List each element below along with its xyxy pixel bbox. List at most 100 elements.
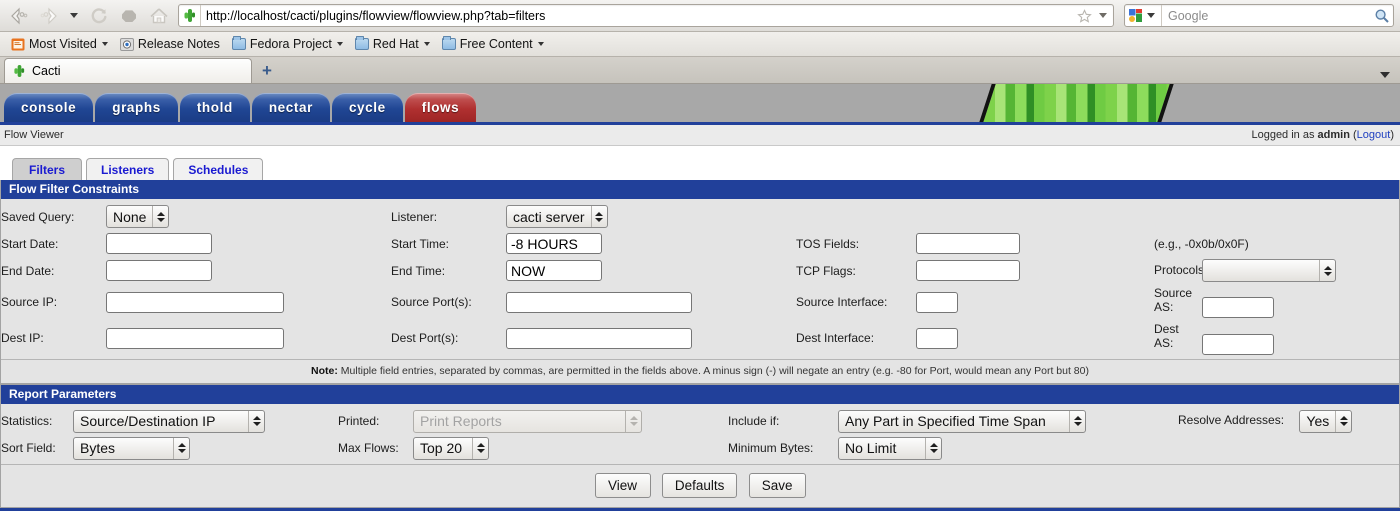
source-interface-cell: [916, 284, 1126, 320]
release-notes-icon: [119, 37, 134, 51]
note-text: Multiple field entries, separated by com…: [337, 364, 1089, 377]
statistics-select[interactable]: Source/Destination IP: [73, 409, 265, 433]
save-button[interactable]: Save: [748, 472, 806, 498]
dest-as-input[interactable]: [1202, 333, 1275, 355]
defaults-button[interactable]: Defaults: [661, 472, 738, 498]
search-icon[interactable]: [1371, 8, 1393, 24]
select-arrows-icon: [625, 410, 641, 432]
hint-spacer-cell: [1126, 203, 1399, 230]
source-interface-input[interactable]: [916, 291, 958, 313]
sort-field-cell: Bytes: [73, 435, 338, 462]
search-engine-selector[interactable]: [1125, 5, 1162, 26]
tab-schedules[interactable]: Schedules: [173, 158, 264, 180]
select-arrows-icon: [173, 437, 189, 459]
tcp-flags-input[interactable]: [916, 260, 1020, 281]
source-ports-input[interactable]: [506, 291, 692, 313]
forward-arrow-icon[interactable]: [36, 4, 62, 28]
sort-field-select[interactable]: Bytes: [73, 436, 190, 460]
select-arrows-icon: [1319, 260, 1335, 281]
printed-select[interactable]: Print Reports: [413, 409, 642, 433]
urlbar-dropdown-icon[interactable]: [1095, 4, 1111, 28]
statistics-label: Statistics:: [1, 414, 53, 429]
home-icon[interactable]: [146, 4, 172, 28]
history-dropdown-icon[interactable]: [66, 4, 82, 28]
bookmark-most-visited[interactable]: Most Visited: [6, 35, 113, 53]
search-bar[interactable]: Google: [1124, 4, 1394, 27]
back-arrow-icon[interactable]: [6, 4, 32, 28]
dest-ports-input[interactable]: [506, 327, 692, 349]
include-if-select[interactable]: Any Part in Specified Time Span: [838, 409, 1086, 433]
url-bar[interactable]: http://localhost/cacti/plugins/flowview/…: [178, 4, 1114, 27]
logout-link[interactable]: Logout: [1357, 129, 1391, 141]
listener-label: Listener:: [391, 209, 438, 224]
new-tab-button[interactable]: +: [262, 62, 272, 79]
dest-interface-cell: [916, 320, 1126, 356]
start-date-input[interactable]: [106, 233, 212, 254]
tab-listeners[interactable]: Listeners: [86, 158, 170, 180]
stop-icon[interactable]: [116, 4, 142, 28]
report-form: Statistics: Source/Destination IP Printe…: [1, 408, 1399, 462]
nav-tab-nectar[interactable]: nectar: [251, 93, 330, 122]
tos-fields-cell: [916, 230, 1126, 257]
tab-filters[interactable]: Filters: [12, 158, 82, 180]
cacti-favicon: [14, 64, 25, 78]
max-flows-label: Max Flows:: [338, 441, 399, 456]
nav-tab-flows[interactable]: flows: [404, 93, 477, 122]
protocols-cell: Protocols:: [1126, 257, 1399, 284]
view-button[interactable]: View: [594, 472, 651, 498]
chevron-down-icon: [423, 42, 430, 46]
bookmark-fedora-project[interactable]: Fedora Project: [227, 35, 348, 53]
nav-tab-console[interactable]: console: [4, 93, 94, 122]
nav-tab-cycle[interactable]: cycle: [331, 93, 403, 122]
most-visited-icon: [11, 38, 25, 50]
source-ports-cell: [506, 284, 796, 320]
end-time-input[interactable]: [506, 260, 602, 281]
chevron-down-icon: [336, 42, 343, 46]
dest-interface-input[interactable]: [916, 327, 958, 349]
cacti-banner-graphic: [979, 84, 1175, 122]
listener-select[interactable]: cacti server: [506, 205, 608, 228]
dest-ip-input[interactable]: [106, 327, 284, 349]
printed-label: Printed:: [338, 414, 380, 429]
bookmark-release-notes[interactable]: Release Notes: [115, 35, 225, 53]
cacti-nav-bar: console graphs thold nectar cycle flows: [0, 84, 1400, 125]
tos-fields-input[interactable]: [916, 233, 1020, 254]
report-row2-spacer: [1168, 435, 1399, 462]
protocols-select[interactable]: [1202, 259, 1337, 282]
filter-note: Note: Multiple field entries, separated …: [1, 358, 1399, 383]
filter-row-5: Dest IP: Dest Port(s): Dest Interface: D…: [1, 320, 1399, 356]
reload-icon[interactable]: [86, 4, 112, 28]
resolve-addresses-select[interactable]: Yes: [1299, 409, 1353, 433]
filter-row-4: Source IP: Source Port(s): Source Interf…: [1, 284, 1399, 320]
select-arrows-icon: [248, 410, 264, 432]
bookmark-label: Fedora Project: [249, 37, 332, 51]
nav-tab-thold[interactable]: thold: [179, 93, 250, 122]
dest-ip-label: Dest IP:: [1, 331, 44, 346]
bookmark-red-hat[interactable]: Red Hat: [350, 35, 435, 53]
chevron-down-icon[interactable]: [1380, 72, 1390, 78]
source-ip-label: Source IP:: [1, 295, 58, 310]
source-as-input[interactable]: [1202, 297, 1275, 319]
star-icon[interactable]: [1073, 4, 1095, 27]
source-as-label: Source AS:: [1154, 286, 1193, 314]
start-time-input[interactable]: [506, 233, 602, 254]
chevron-down-icon[interactable]: [1143, 4, 1159, 28]
flow-filter-constraints-panel: Flow Filter Constraints Saved Query: Non…: [0, 180, 1400, 384]
filters-panel-body: Saved Query: None Listener: cacti server…: [1, 199, 1399, 359]
nav-tab-graphs[interactable]: graphs: [95, 93, 178, 122]
end-date-input[interactable]: [106, 260, 212, 281]
panel-title-filters: Flow Filter Constraints: [1, 180, 1399, 199]
printed-cell: Print Reports: [413, 408, 728, 435]
saved-query-select[interactable]: None: [106, 205, 170, 228]
minimum-bytes-select[interactable]: No Limit: [838, 436, 942, 460]
filter-row-2: Start Date: Start Time: TOS Fields: (e.g…: [1, 230, 1399, 257]
bookmark-label: Most Visited: [29, 37, 97, 51]
source-ip-input[interactable]: [106, 291, 284, 313]
search-input[interactable]: Google: [1162, 9, 1371, 23]
bookmark-free-content[interactable]: Free Content: [437, 35, 549, 53]
browser-tab-cacti[interactable]: Cacti: [4, 58, 252, 83]
dest-ip-cell: [106, 320, 391, 356]
url-text[interactable]: http://localhost/cacti/plugins/flowview/…: [206, 9, 1073, 23]
select-arrows-icon: [152, 206, 168, 227]
max-flows-select[interactable]: Top 20: [413, 436, 489, 460]
